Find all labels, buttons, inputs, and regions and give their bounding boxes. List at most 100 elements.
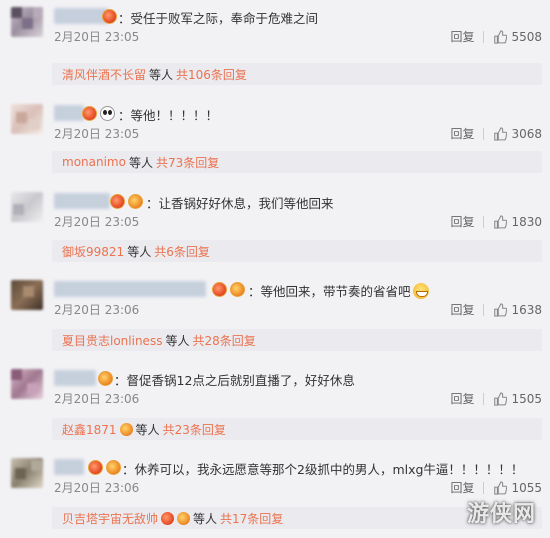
comment-time: 2月20日 23:06 bbox=[54, 392, 140, 406]
reply-summary[interactable]: 清风伴酒不长留 等人 共106条回复 bbox=[52, 63, 542, 85]
like-button[interactable]: 3068 bbox=[493, 127, 542, 141]
thumbs-up-icon bbox=[494, 391, 508, 406]
user-badges bbox=[82, 104, 115, 122]
comment-text: ：受任于败军之际，奉命于危难之间 bbox=[118, 11, 319, 26]
vip-badge-icon bbox=[110, 193, 125, 209]
reply-summary[interactable]: 御坂99821 等人 共6条回复 bbox=[52, 240, 542, 262]
reply-user-link[interactable]: 夏目贵志lonliness bbox=[62, 332, 162, 349]
comment-text: ：等他！！！！！ bbox=[118, 108, 219, 123]
comment-text: ：让香锅好好休息，我们等他回来 bbox=[146, 196, 334, 211]
comment-actions: 回复 1638 bbox=[450, 301, 542, 318]
reply-summary[interactable]: monanimo 等人 共73条回复 bbox=[52, 151, 542, 173]
divider bbox=[483, 127, 485, 140]
reply-user-link[interactable]: 赵鑫1871 bbox=[62, 421, 117, 438]
username[interactable] bbox=[54, 193, 110, 209]
reply-button[interactable]: 回复 bbox=[450, 213, 474, 230]
reply-suffix: 等人 bbox=[135, 422, 160, 437]
reply-button[interactable]: 回复 bbox=[450, 125, 474, 142]
comment-text-content: ：等他回来，带节奏的省省吧 bbox=[248, 284, 411, 299]
reply-count-link[interactable]: 共106条回复 bbox=[176, 66, 247, 83]
avatar[interactable] bbox=[11, 104, 43, 134]
avatar[interactable] bbox=[11, 458, 43, 488]
comment-time: 2月20日 23:05 bbox=[54, 30, 140, 44]
divider bbox=[483, 481, 485, 494]
vip-badge-icon bbox=[161, 511, 175, 525]
fan-badge-icon bbox=[106, 459, 121, 475]
reply-user-link[interactable]: 御坂99821 bbox=[62, 243, 124, 260]
reply-suffix: 等人 bbox=[165, 333, 190, 348]
divider bbox=[483, 215, 485, 228]
comment-time: 2月20日 23:06 bbox=[54, 481, 140, 495]
reply-button[interactable]: 回复 bbox=[450, 479, 474, 496]
avatar[interactable] bbox=[11, 7, 43, 37]
like-count: 1055 bbox=[511, 480, 542, 495]
reply-suffix: 等人 bbox=[193, 511, 218, 526]
reply-user-link[interactable]: 贝吉塔宇宙无敌帅 bbox=[62, 510, 158, 527]
comment-actions: 回复 1055 bbox=[450, 479, 542, 496]
comment-text: ：督促香锅12点之后就别直播了，好好休息 bbox=[114, 373, 355, 388]
vip-badge-icon bbox=[88, 459, 103, 475]
user-badges bbox=[88, 458, 121, 476]
reply-count-link[interactable]: 共6条回复 bbox=[154, 243, 210, 260]
thumbs-up-icon bbox=[494, 480, 508, 495]
vip-badge-icon bbox=[212, 281, 227, 297]
username[interactable] bbox=[54, 105, 84, 121]
reply-suffix: 等人 bbox=[149, 67, 174, 82]
comment-text: ：等他回来，带节奏的省省吧 bbox=[248, 281, 429, 300]
reply-button[interactable]: 回复 bbox=[450, 28, 474, 45]
avatar[interactable] bbox=[11, 280, 43, 310]
username[interactable] bbox=[54, 8, 108, 24]
comment-time: 2月20日 23:05 bbox=[54, 127, 140, 141]
like-button[interactable]: 1505 bbox=[493, 392, 542, 406]
like-button[interactable]: 5508 bbox=[493, 30, 542, 44]
vip-badge-icon bbox=[102, 8, 117, 24]
reply-user-link[interactable]: 清风伴酒不长留 bbox=[62, 66, 146, 83]
like-count: 3068 bbox=[511, 126, 542, 141]
like-button[interactable]: 1830 bbox=[493, 215, 542, 229]
fan-badge-icon bbox=[119, 422, 133, 436]
fan-badge-icon bbox=[230, 281, 245, 297]
fan-badge-icon bbox=[98, 370, 113, 386]
comment-actions: 回复 3068 bbox=[450, 125, 542, 142]
comment-time: 2月20日 23:05 bbox=[54, 215, 140, 229]
avatar[interactable] bbox=[11, 192, 43, 222]
watermark-logo: 游侠网 bbox=[466, 502, 536, 527]
like-count: 1638 bbox=[511, 302, 542, 317]
reply-summary[interactable]: 赵鑫1871 等人 共23条回复 bbox=[52, 418, 542, 440]
reply-suffix: 等人 bbox=[127, 244, 152, 259]
panda-badge-icon bbox=[100, 105, 115, 121]
user-badges bbox=[110, 192, 143, 210]
comment-text: ：休养可以，我永远愿意等那个2级抓中的男人，mlxg牛逼！！！！！！ bbox=[122, 462, 524, 477]
grin-emoji-icon bbox=[412, 283, 429, 299]
comment-actions: 回复 1830 bbox=[450, 213, 542, 230]
comment-list: ：受任于败军之际，奉命于危难之间 2月20日 23:05 回复 5508 清风伴… bbox=[0, 0, 550, 538]
reply-user-link[interactable]: monanimo bbox=[62, 155, 126, 169]
reply-button[interactable]: 回复 bbox=[450, 390, 474, 407]
thumbs-up-icon bbox=[494, 126, 508, 141]
username[interactable] bbox=[54, 459, 84, 475]
comment-actions: 回复 1505 bbox=[450, 390, 542, 407]
reply-count-link[interactable]: 共17条回复 bbox=[220, 510, 283, 527]
comment-actions: 回复 5508 bbox=[450, 28, 542, 45]
username[interactable] bbox=[54, 370, 96, 386]
like-count: 5508 bbox=[511, 29, 542, 44]
user-badges bbox=[102, 7, 117, 25]
thumbs-up-icon bbox=[494, 29, 508, 44]
divider bbox=[483, 30, 485, 43]
reply-button[interactable]: 回复 bbox=[450, 301, 474, 318]
user-badges bbox=[98, 369, 113, 387]
like-button[interactable]: 1638 bbox=[493, 303, 542, 317]
reply-count-link[interactable]: 共28条回复 bbox=[192, 332, 255, 349]
like-button[interactable]: 1055 bbox=[493, 481, 542, 495]
username[interactable] bbox=[54, 281, 206, 297]
reply-summary[interactable]: 夏目贵志lonliness 等人 共28条回复 bbox=[52, 329, 542, 351]
comment-time: 2月20日 23:06 bbox=[54, 303, 140, 317]
avatar[interactable] bbox=[11, 369, 43, 399]
reply-count-link[interactable]: 共23条回复 bbox=[163, 421, 226, 438]
user-badges bbox=[212, 280, 245, 298]
fan-badge-icon bbox=[177, 511, 191, 525]
vip-badge-icon bbox=[82, 105, 97, 121]
like-count: 1830 bbox=[511, 214, 542, 229]
reply-count-link[interactable]: 共73条回复 bbox=[156, 154, 219, 171]
divider bbox=[483, 392, 485, 405]
